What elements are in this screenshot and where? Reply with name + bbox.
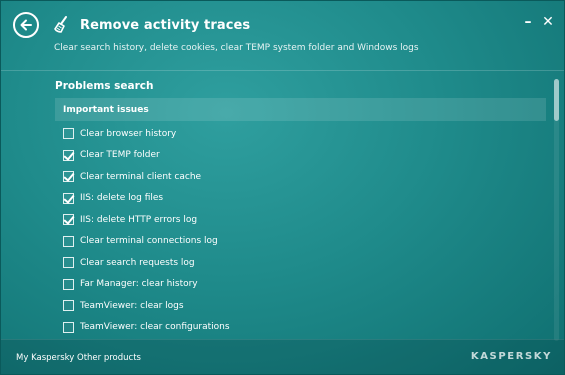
list-item[interactable]: IIS: delete log files: [63, 188, 543, 210]
checkbox[interactable]: [63, 321, 74, 333]
broom-icon: [52, 15, 72, 35]
page-subtitle: Clear search history, delete cookies, cl…: [54, 43, 419, 53]
item-label: Clear TEMP folder: [80, 150, 160, 161]
item-label: IIS: delete HTTP errors log: [80, 214, 198, 225]
list-item[interactable]: Clear search requests log: [63, 252, 543, 274]
list-item[interactable]: Clear terminal client cache: [63, 166, 543, 188]
back-button[interactable]: [13, 12, 39, 38]
checkbox[interactable]: [63, 171, 74, 183]
header-divider: [1, 70, 564, 71]
item-label: Far Manager: clear history: [80, 279, 198, 290]
checkbox[interactable]: [63, 149, 74, 161]
item-label: IIS: delete log files: [80, 193, 164, 204]
checkbox[interactable]: [63, 278, 74, 290]
item-label: TeamViewer: clear logs: [80, 300, 184, 311]
list-item[interactable]: TeamViewer: clear logs: [63, 295, 543, 317]
other-products-link[interactable]: Other products: [77, 353, 141, 363]
item-label: TeamViewer: clear configurations: [80, 322, 230, 333]
checkbox[interactable]: [63, 128, 74, 140]
item-label: Clear terminal client cache: [80, 171, 202, 182]
close-icon: ✕: [542, 14, 554, 30]
arrow-left-icon: [20, 19, 32, 31]
list-item[interactable]: IIS: delete HTTP errors log: [63, 209, 543, 231]
issue-list: Clear browser history Clear TEMP folder …: [63, 123, 543, 338]
item-label: Clear search requests log: [80, 257, 195, 268]
my-kaspersky-link[interactable]: My Kaspersky: [16, 353, 74, 363]
list-item[interactable]: Clear browser history: [63, 123, 543, 145]
kaspersky-logo: KASPERSKY: [470, 351, 552, 362]
group-header-label: Important issues: [63, 104, 149, 115]
scrollbar-thumb[interactable]: [554, 79, 559, 121]
footer: My Kaspersky Other products KASPERSKY: [1, 339, 564, 374]
list-item[interactable]: TeamViewer: clear configurations: [63, 317, 543, 339]
list-item[interactable]: Clear terminal connections log: [63, 231, 543, 253]
checkbox[interactable]: [63, 214, 74, 226]
close-button[interactable]: ✕: [541, 15, 555, 29]
group-header: Important issues: [55, 98, 546, 121]
list-item[interactable]: Far Manager: clear history: [63, 274, 543, 296]
checkbox[interactable]: [63, 192, 74, 204]
checkbox[interactable]: [63, 257, 74, 269]
checkbox[interactable]: [63, 235, 74, 247]
list-item[interactable]: Clear TEMP folder: [63, 145, 543, 167]
section-title: Problems search: [55, 80, 154, 92]
item-label: Clear terminal connections log: [80, 236, 218, 247]
minimize-button[interactable]: –: [521, 15, 535, 29]
app-window: Remove activity traces Clear search hist…: [0, 0, 565, 375]
item-label: Clear browser history: [80, 128, 177, 139]
minimize-icon: –: [524, 14, 532, 30]
checkbox[interactable]: [63, 300, 74, 312]
page-title: Remove activity traces: [80, 18, 251, 33]
scrollbar[interactable]: [554, 79, 559, 341]
